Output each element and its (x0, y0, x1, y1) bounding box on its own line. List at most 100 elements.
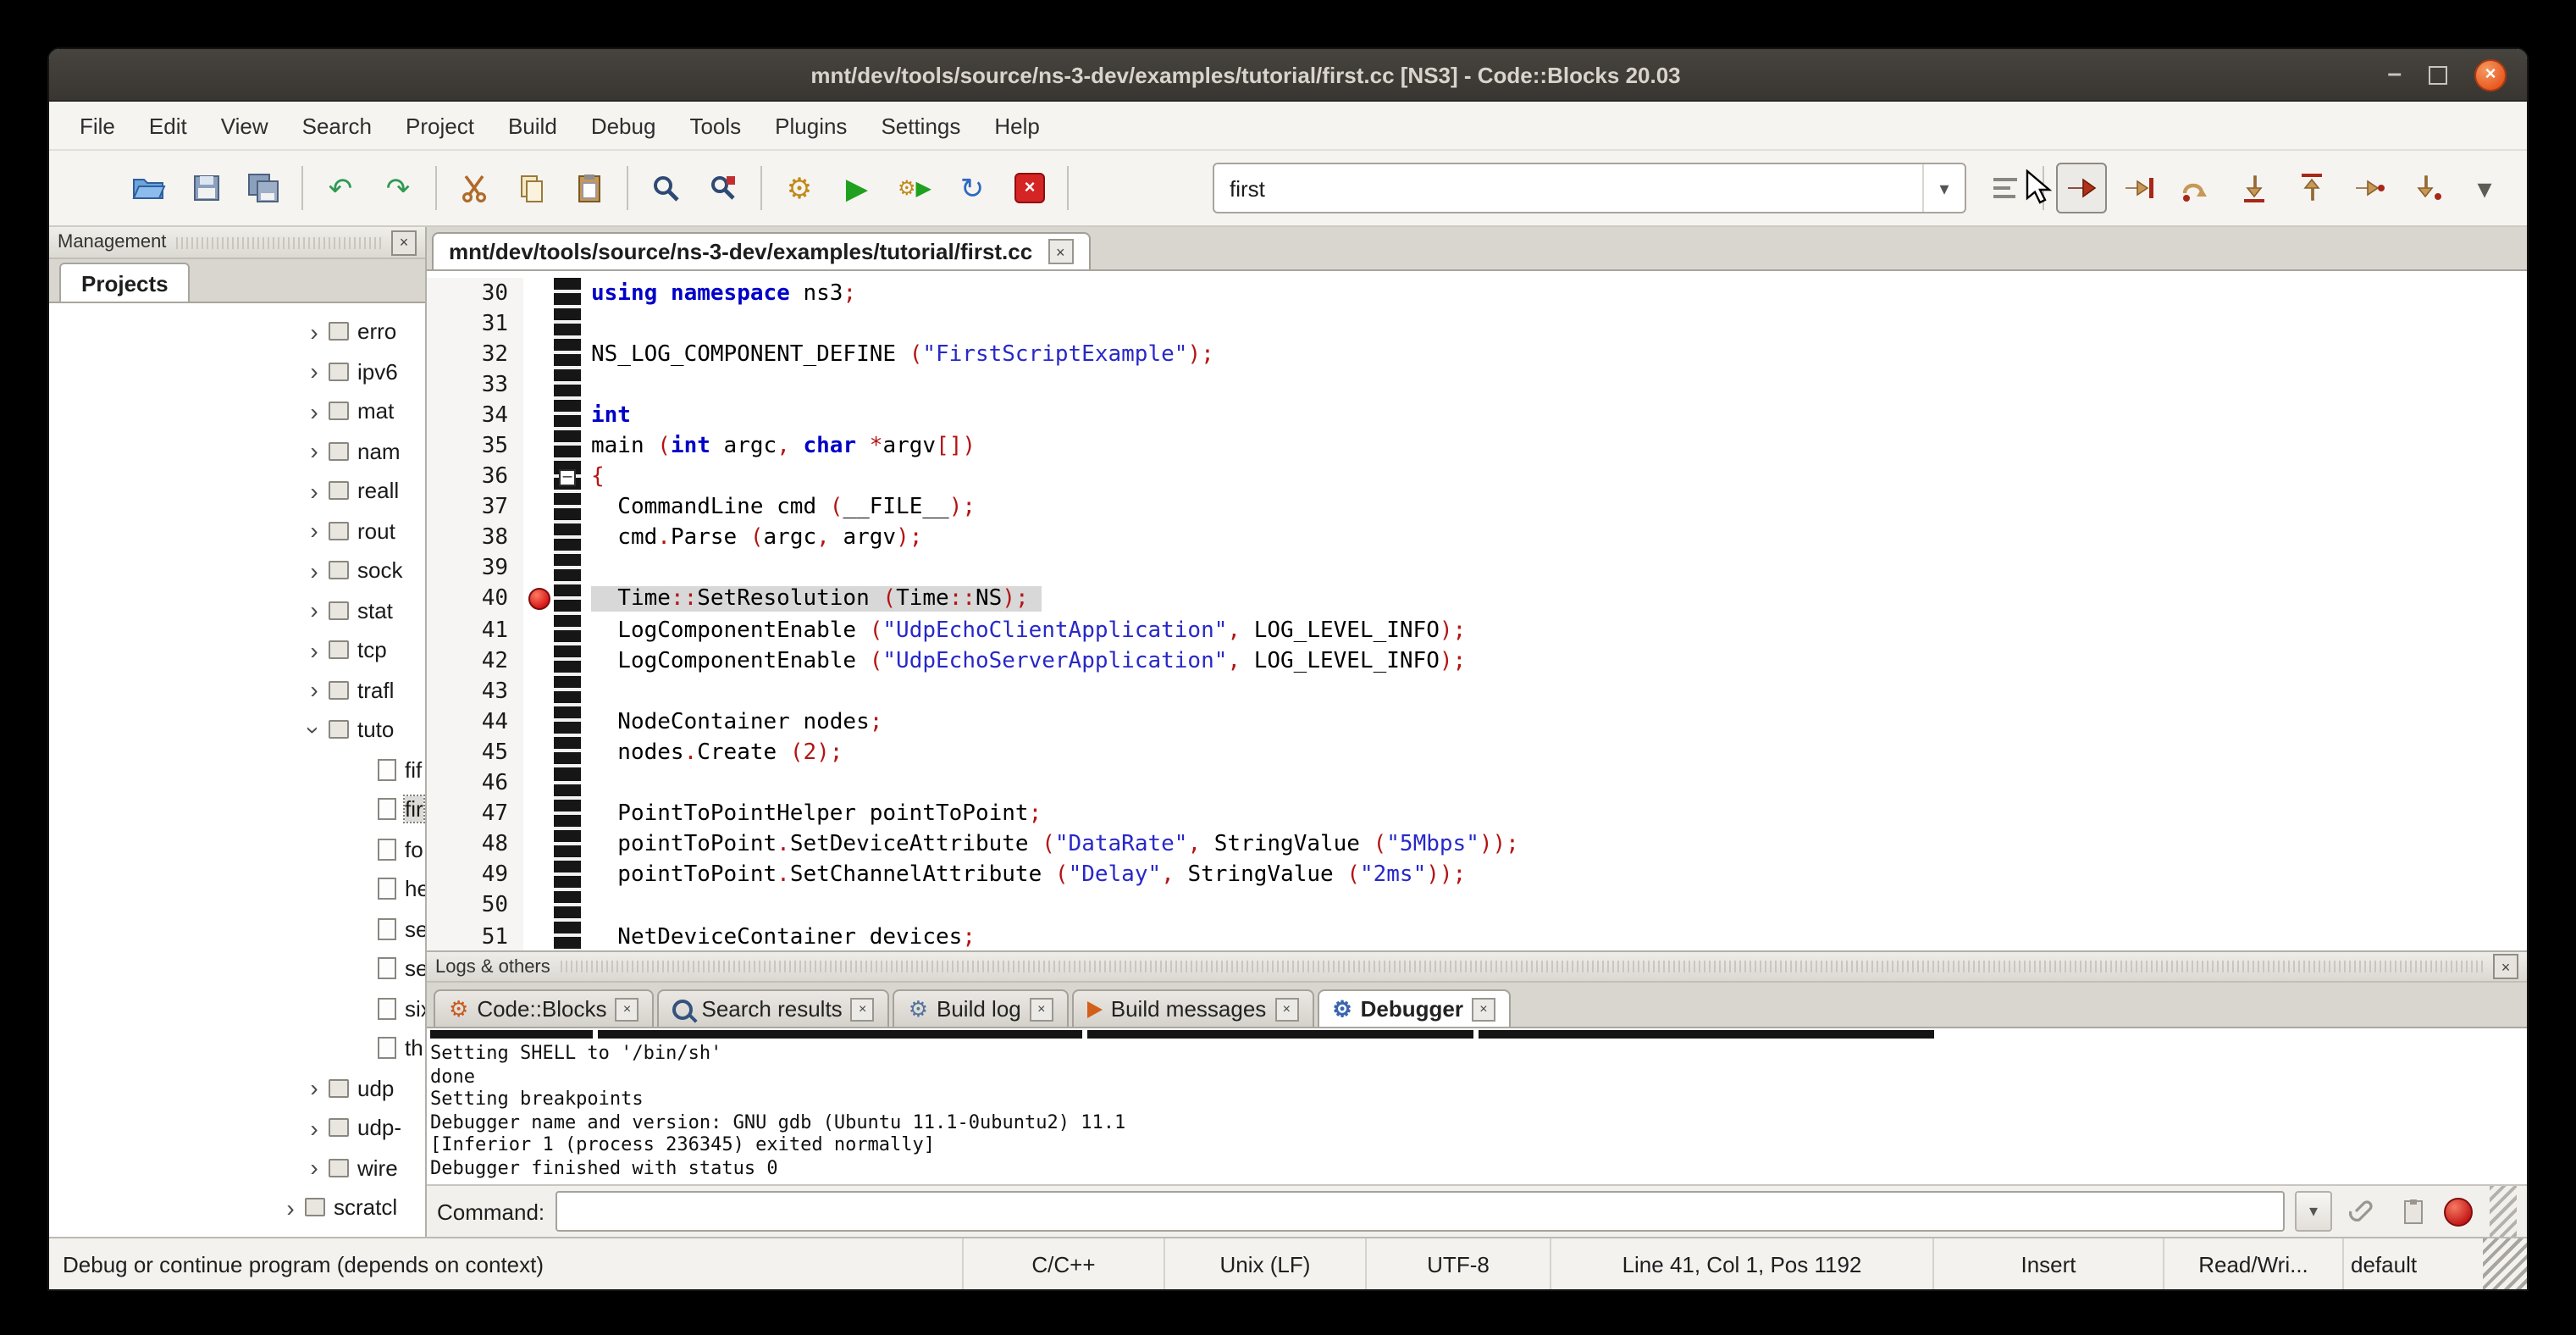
cut-button[interactable] (449, 163, 500, 213)
breakpoint-margin[interactable] (523, 401, 554, 431)
chevron-right-icon[interactable]: › (303, 559, 325, 583)
breakpoint-margin[interactable] (523, 829, 554, 860)
tree-item-stat[interactable]: ›stat (49, 590, 425, 630)
code-line-50[interactable]: 50 (427, 891, 2527, 922)
tree-item-mat[interactable]: ›mat (49, 391, 425, 431)
tree-item-udp[interactable]: ›udp (49, 1068, 425, 1108)
code-line-30[interactable]: 30using namespace ns3; (427, 278, 2527, 308)
breakpoint-margin[interactable] (523, 768, 554, 799)
breakpoint-margin[interactable] (523, 431, 554, 462)
window-resize-grip[interactable] (2483, 1238, 2527, 1289)
tree-item-se[interactable]: se (49, 949, 425, 989)
logs-tab-build-messages[interactable]: Build messages× (1072, 989, 1314, 1027)
menu-file[interactable]: File (63, 104, 132, 147)
breakpoint-margin[interactable] (523, 738, 554, 768)
minimize-button[interactable]: – (2387, 66, 2402, 83)
code-line-40[interactable]: 40 Time::SetResolution (Time::NS); (427, 584, 2527, 615)
menu-plugins[interactable]: Plugins (758, 104, 864, 147)
chevron-right-icon[interactable]: › (303, 599, 325, 623)
project-tree[interactable]: ›erro›ipv6›mat›nam›reall›rout›sock›stat›… (49, 303, 425, 1237)
logs-tab-build-log[interactable]: ⚙Build log× (893, 989, 1069, 1027)
breakpoint-marker[interactable] (528, 589, 550, 611)
run-to-cursor-button[interactable] (2114, 163, 2164, 213)
code-line-44[interactable]: 44 NodeContainer nodes; (427, 707, 2527, 738)
editor-tab-close-icon[interactable]: × (1048, 239, 1073, 264)
tree-item-scratcl[interactable]: ›scratcl (49, 1188, 425, 1227)
close-icon[interactable]: × (1030, 997, 1053, 1021)
step-into-button[interactable] (2229, 163, 2280, 213)
stop-debugger-button[interactable] (2444, 1197, 2473, 1226)
close-button[interactable]: × (2474, 58, 2507, 91)
breakpoint-margin[interactable] (523, 523, 554, 554)
command-input[interactable] (555, 1191, 2285, 1232)
find-button[interactable] (640, 163, 691, 213)
tree-item-udp[interactable]: ›udp- (49, 1108, 425, 1148)
breakpoint-margin[interactable] (523, 615, 554, 645)
tree-item-ipv6[interactable]: ›ipv6 (49, 352, 425, 391)
tree-item-se[interactable]: se (49, 909, 425, 949)
new-file-button[interactable] (66, 163, 117, 213)
clipboard-button[interactable] (2393, 1191, 2434, 1232)
menu-search[interactable]: Search (285, 104, 389, 147)
symbols-button[interactable] (1980, 163, 2031, 213)
close-icon[interactable]: × (1472, 997, 1495, 1021)
paste-button[interactable] (564, 163, 615, 213)
chevron-right-icon[interactable]: › (303, 360, 325, 384)
run-button[interactable]: ▶ (832, 163, 882, 213)
chevron-down-icon[interactable]: ▾ (1922, 164, 1965, 212)
tree-item-rout[interactable]: ›rout (49, 511, 425, 551)
build-button[interactable]: ⚙ (774, 163, 825, 213)
menu-help[interactable]: Help (977, 104, 1057, 147)
tree-item-fir[interactable]: fir (49, 789, 425, 829)
code-line-43[interactable]: 43 (427, 676, 2527, 706)
breakpoint-margin[interactable] (523, 922, 554, 950)
breakpoint-margin[interactable] (523, 676, 554, 706)
tree-item-tcp[interactable]: ›tcp (49, 630, 425, 670)
open-file-button[interactable] (124, 163, 174, 213)
chevron-right-icon[interactable]: › (279, 1196, 301, 1220)
code-line-51[interactable]: 51 NetDeviceContainer devices; (427, 922, 2527, 950)
code-line-33[interactable]: 33 (427, 370, 2527, 401)
chevron-right-icon[interactable]: › (303, 1116, 325, 1140)
tree-item-nam[interactable]: ›nam (49, 431, 425, 471)
tree-item-fif[interactable]: fif (49, 750, 425, 789)
logs-tab-code-blocks[interactable]: ⚙Code::Blocks× (434, 989, 655, 1027)
menu-build[interactable]: Build (491, 104, 574, 147)
command-dropdown-button[interactable]: ▾ (2295, 1191, 2332, 1232)
breakpoint-margin[interactable] (523, 339, 554, 369)
menu-view[interactable]: View (204, 104, 285, 147)
rebuild-button[interactable]: ↻ (947, 163, 998, 213)
step-out-button[interactable] (2286, 163, 2337, 213)
code-area[interactable]: 30using namespace ns3;3132NS_LOG_COMPONE… (427, 271, 2527, 950)
logs-tab-debugger[interactable]: ⚙Debugger× (1317, 989, 1511, 1027)
code-line-32[interactable]: 32NS_LOG_COMPONENT_DEFINE ("FirstScriptE… (427, 339, 2527, 369)
code-line-41[interactable]: 41 LogComponentEnable ("UdpEchoClientApp… (427, 615, 2527, 645)
log-output[interactable]: Setting SHELL to '/bin/sh'doneSetting br… (427, 1028, 2527, 1184)
chevron-right-icon[interactable]: › (303, 320, 325, 344)
editor-tab[interactable]: mnt/dev/tools/source/ns-3-dev/examples/t… (432, 232, 1090, 269)
breakpoint-margin[interactable] (523, 370, 554, 401)
menu-debug[interactable]: Debug (574, 104, 673, 147)
breakpoint-margin[interactable] (523, 278, 554, 308)
code-line-38[interactable]: 38 cmd.Parse (argc, argv); (427, 523, 2527, 554)
code-line-39[interactable]: 39 (427, 554, 2527, 584)
code-line-48[interactable]: 48 pointToPoint.SetDeviceAttribute ("Dat… (427, 829, 2527, 860)
tree-item-he[interactable]: he (49, 869, 425, 909)
code-line-42[interactable]: 42 LogComponentEnable ("UdpEchoServerApp… (427, 645, 2527, 676)
target-select[interactable]: first ▾ (1213, 163, 1966, 213)
chevron-right-icon[interactable]: › (303, 440, 325, 463)
step-into-instruction-button[interactable] (2402, 163, 2452, 213)
tree-item-tuto[interactable]: ›tuto (49, 710, 425, 750)
redo-button[interactable]: ↷ (373, 163, 423, 213)
tree-item-th[interactable]: th (49, 1028, 425, 1068)
menu-project[interactable]: Project (389, 104, 491, 147)
panel-resize-grip[interactable] (2490, 1186, 2517, 1237)
menu-settings[interactable]: Settings (864, 104, 977, 147)
breakpoint-margin[interactable] (523, 891, 554, 922)
maximize-button[interactable] (2429, 65, 2447, 84)
code-line-36[interactable]: 36–{ (427, 462, 2527, 492)
breakpoint-margin[interactable] (523, 584, 554, 615)
next-line-button[interactable] (2171, 163, 2222, 213)
tree-item-trafl[interactable]: ›trafl (49, 670, 425, 710)
tree-item-sock[interactable]: ›sock (49, 551, 425, 590)
